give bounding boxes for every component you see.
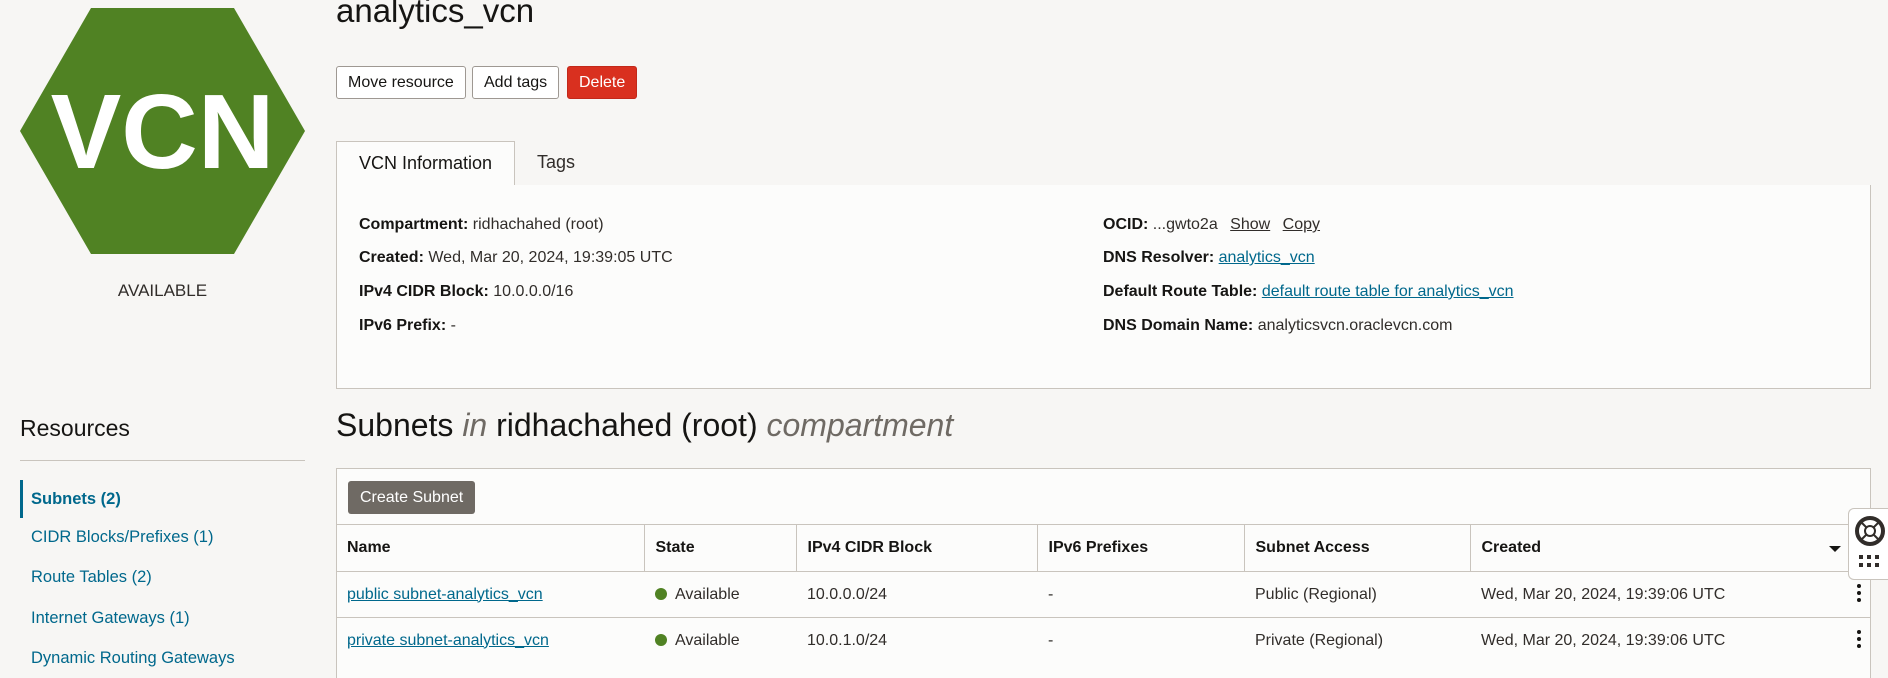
move-resource-button[interactable]: Move resource [336, 66, 466, 99]
table-row: public subnet-analytics_vcn Available 10… [336, 571, 1871, 618]
ocid-show-link[interactable]: Show [1230, 216, 1270, 233]
ocid-field: OCID: ...gwto2a Show Copy [1103, 216, 1321, 233]
subnet-access: Private (Regional) [1244, 617, 1470, 663]
subnet-created: Wed, Mar 20, 2024, 19:39:06 UTC [1470, 571, 1871, 618]
subnet-ipv4-cidr: 10.0.1.0/24 [796, 617, 1037, 663]
subnet-name-link[interactable]: public subnet-analytics_vcn [347, 586, 543, 603]
resources-divider [20, 460, 305, 461]
subnet-ipv4-cidr: 10.0.0.0/24 [796, 571, 1037, 618]
row-actions-kebab-icon[interactable] [1857, 630, 1861, 651]
column-header-subnet-access[interactable]: Subnet Access [1244, 524, 1471, 572]
row-actions-kebab-icon[interactable] [1857, 584, 1861, 605]
dns-resolver-link[interactable]: analytics_vcn [1219, 249, 1315, 266]
vcn-resource-icon: VCN [20, 8, 305, 254]
grid-dots-icon [1859, 555, 1879, 567]
column-header-name[interactable]: Name [336, 524, 645, 572]
status-available-icon [655, 633, 667, 646]
page-title: analytics_vcn [336, 0, 535, 29]
column-header-state[interactable]: State [644, 524, 797, 572]
created-field: Created: Wed, Mar 20, 2024, 19:39:05 UTC [359, 249, 673, 266]
subnet-state: Available [644, 571, 796, 618]
resource-status: AVAILABLE [117, 281, 208, 300]
column-header-ipv6-prefixes[interactable]: IPv6 Prefixes [1037, 524, 1245, 572]
subnet-ipv6-prefixes: - [1037, 571, 1244, 618]
help-widget[interactable] [1848, 508, 1888, 580]
ipv4-cidr-field: IPv4 CIDR Block: 10.0.0.0/16 [359, 283, 574, 300]
column-header-ipv4-cidr[interactable]: IPv4 CIDR Block [796, 524, 1038, 572]
subnet-access: Public (Regional) [1244, 571, 1470, 618]
tab-vcn-information[interactable]: VCN Information [336, 141, 515, 186]
sidebar-item-subnets[interactable]: Subnets (2) [20, 480, 301, 518]
subnets-heading: Subnets in ridhachahed (root) compartmen… [336, 407, 954, 443]
table-header-row: Name State IPv4 CIDR Block IPv6 Prefixes… [336, 524, 1871, 572]
column-chooser-chevron-down-icon[interactable] [1829, 546, 1841, 552]
resources-heading: Resources [20, 415, 130, 441]
vcn-icon-text: VCN [51, 73, 275, 191]
sidebar-item-cidr-blocks[interactable]: CIDR Blocks/Prefixes (1) [20, 528, 301, 547]
ipv6-prefix-field: IPv6 Prefix: - [359, 317, 456, 334]
subnets-table: Name State IPv4 CIDR Block IPv6 Prefixes… [336, 524, 1871, 663]
ocid-copy-link[interactable]: Copy [1283, 216, 1320, 233]
dns-domain-name-field: DNS Domain Name: analyticsvcn.oraclevcn.… [1103, 317, 1453, 334]
add-tags-button[interactable]: Add tags [472, 66, 560, 99]
sidebar-item-route-tables[interactable]: Route Tables (2) [20, 568, 301, 587]
column-header-created[interactable]: Created [1470, 524, 1871, 572]
dns-resolver-field: DNS Resolver: analytics_vcn [1103, 249, 1315, 266]
delete-button[interactable]: Delete [567, 66, 638, 99]
subnet-name-link[interactable]: private subnet-analytics_vcn [347, 632, 549, 649]
create-subnet-button[interactable]: Create Subnet [348, 481, 476, 514]
sidebar-item-internet-gateways[interactable]: Internet Gateways (1) [20, 609, 301, 628]
tab-tags[interactable]: Tags [537, 152, 575, 173]
default-route-table-link[interactable]: default route table for analytics_vcn [1262, 283, 1514, 300]
subnet-created: Wed, Mar 20, 2024, 19:39:06 UTC [1470, 617, 1871, 663]
lifebuoy-icon [1855, 516, 1885, 546]
compartment-field: Compartment: ridhachahed (root) [359, 216, 604, 233]
subnet-state: Available [644, 617, 796, 663]
status-available-icon [655, 587, 667, 600]
sidebar-item-dynamic-routing-gateways[interactable]: Dynamic Routing Gateways [20, 649, 301, 668]
table-row: private subnet-analytics_vcn Available 1… [336, 617, 1871, 663]
default-route-table-field: Default Route Table: default route table… [1103, 283, 1514, 300]
subnet-ipv6-prefixes: - [1037, 617, 1244, 663]
